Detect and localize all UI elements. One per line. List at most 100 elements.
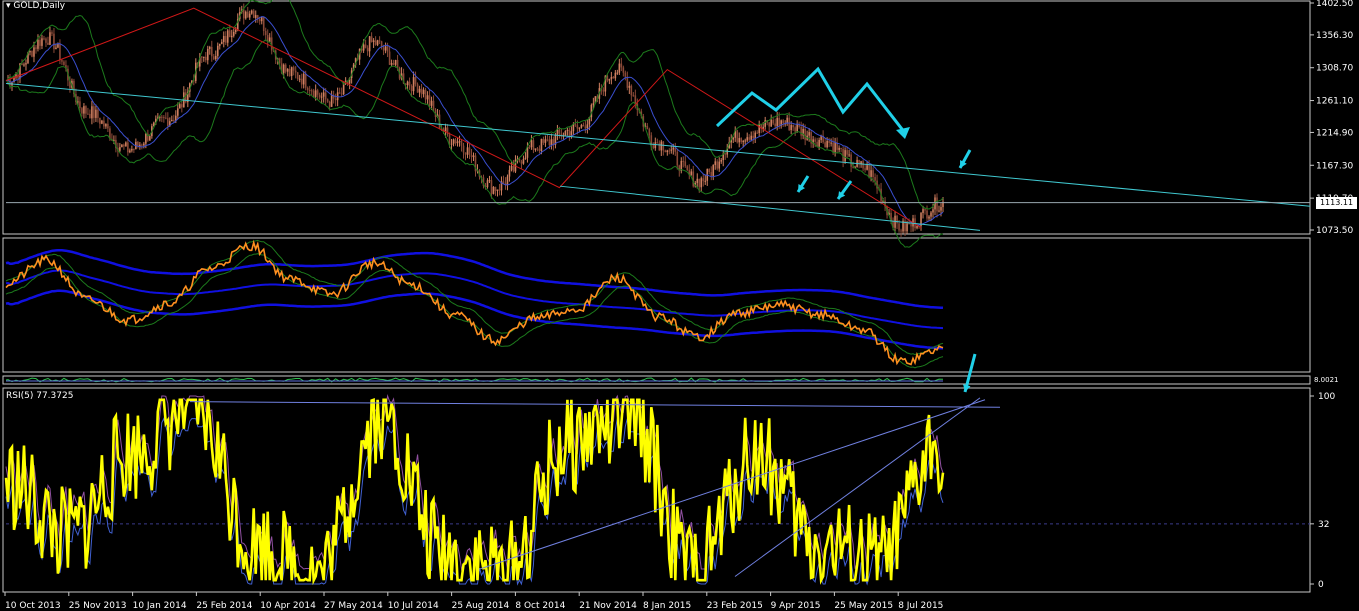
price-tick-label: 1167.30 bbox=[1316, 161, 1353, 171]
candle-body bbox=[782, 120, 784, 124]
candle-body bbox=[472, 155, 475, 158]
candle-body bbox=[202, 56, 205, 58]
candle-body bbox=[93, 106, 95, 118]
candle-body bbox=[492, 186, 495, 194]
candle-body bbox=[264, 31, 267, 35]
candle-body bbox=[906, 223, 908, 232]
candle-body bbox=[574, 124, 577, 126]
candle-body bbox=[654, 142, 657, 149]
candle-body bbox=[408, 81, 411, 86]
candle-body bbox=[294, 70, 297, 73]
candle-body bbox=[538, 148, 541, 151]
candle-body bbox=[926, 210, 928, 219]
candle-body bbox=[412, 77, 415, 92]
candle-body bbox=[746, 137, 749, 141]
candle-body bbox=[338, 92, 341, 94]
candle-body bbox=[844, 150, 846, 162]
candle-body bbox=[388, 51, 391, 65]
candle-body bbox=[498, 189, 501, 191]
candle-body bbox=[602, 90, 605, 92]
candle-body bbox=[872, 170, 874, 178]
candle-body bbox=[302, 73, 305, 85]
candle-body bbox=[288, 68, 291, 76]
candle-body bbox=[932, 209, 934, 213]
candle-body bbox=[250, 10, 253, 14]
candle-body bbox=[316, 90, 319, 95]
candle-body bbox=[254, 15, 257, 18]
candle-body bbox=[206, 48, 209, 61]
candle-body bbox=[376, 40, 379, 45]
candle-body bbox=[716, 161, 719, 169]
candle-body bbox=[566, 129, 569, 131]
triangle-down-icon[interactable]: ▾ bbox=[6, 1, 11, 11]
candle-body bbox=[91, 106, 93, 119]
rsi-panel[interactable] bbox=[4, 394, 1310, 586]
candle-body bbox=[584, 126, 587, 129]
candle-body bbox=[624, 72, 627, 77]
candle-body bbox=[292, 67, 295, 71]
candle-body bbox=[922, 209, 924, 213]
candle-body bbox=[676, 151, 679, 166]
candle-body bbox=[698, 178, 701, 188]
candle-body bbox=[224, 36, 227, 43]
candle-body bbox=[668, 150, 671, 152]
candle-body bbox=[129, 150, 131, 153]
price-panel[interactable] bbox=[5, 0, 1311, 248]
candle-body bbox=[328, 101, 331, 107]
candle-body bbox=[464, 152, 467, 155]
candle-body bbox=[37, 39, 39, 49]
lower-trendline bbox=[559, 185, 981, 231]
candle-body bbox=[286, 68, 289, 72]
candle-body bbox=[818, 139, 820, 147]
candle-body bbox=[732, 137, 735, 140]
candle-body bbox=[510, 166, 513, 170]
candle-body bbox=[310, 90, 313, 92]
time-tick-label: 27 May 2014 bbox=[324, 601, 383, 611]
upper-trendline bbox=[5, 82, 1311, 207]
candle-body bbox=[840, 147, 842, 149]
candle-body bbox=[89, 113, 91, 119]
candle-body bbox=[838, 147, 840, 150]
candle-body bbox=[208, 47, 211, 49]
candle-body bbox=[362, 44, 365, 51]
candle-body bbox=[690, 171, 693, 175]
channel-upper-band bbox=[5, 248, 944, 310]
candle-body bbox=[47, 42, 49, 45]
candle-body bbox=[928, 216, 930, 219]
candle-body bbox=[702, 178, 705, 182]
candle-body bbox=[246, 11, 249, 18]
candle-body bbox=[814, 139, 816, 142]
candle-body bbox=[97, 109, 99, 118]
candle-body bbox=[662, 141, 665, 151]
candle-body bbox=[53, 33, 55, 50]
oscillator-panel[interactable] bbox=[5, 239, 944, 369]
candle-body bbox=[107, 123, 109, 129]
candle-body bbox=[161, 116, 163, 118]
candle-body bbox=[79, 101, 81, 109]
candle-body bbox=[77, 101, 79, 103]
candle-body bbox=[592, 103, 595, 105]
candle-body bbox=[532, 140, 535, 150]
candle-body bbox=[99, 117, 101, 124]
price-tick-label: 1402.50 bbox=[1316, 0, 1353, 9]
candle-body bbox=[125, 142, 127, 147]
candle-body bbox=[758, 124, 760, 134]
candle-body bbox=[420, 88, 423, 95]
candle-body bbox=[582, 125, 585, 127]
candle-body bbox=[141, 144, 143, 146]
candle-body bbox=[370, 36, 373, 42]
candle-body bbox=[648, 129, 651, 136]
candle-body bbox=[710, 172, 713, 177]
candle-body bbox=[764, 120, 766, 127]
chart-canvas[interactable]: 8.0021 1402.50 1356.30 1308.70 1261.10 1214.… bbox=[0, 0, 1359, 611]
rsi-line bbox=[4, 397, 945, 586]
candle-body bbox=[708, 169, 711, 173]
candle-body bbox=[738, 138, 741, 143]
candle-body bbox=[704, 180, 707, 182]
candle-body bbox=[396, 59, 399, 69]
candle-body bbox=[39, 39, 41, 46]
candle-body bbox=[496, 189, 499, 191]
candle-body bbox=[858, 159, 860, 164]
symbol-title-text: GOLD,Daily bbox=[13, 1, 66, 11]
candle-body bbox=[470, 155, 473, 158]
